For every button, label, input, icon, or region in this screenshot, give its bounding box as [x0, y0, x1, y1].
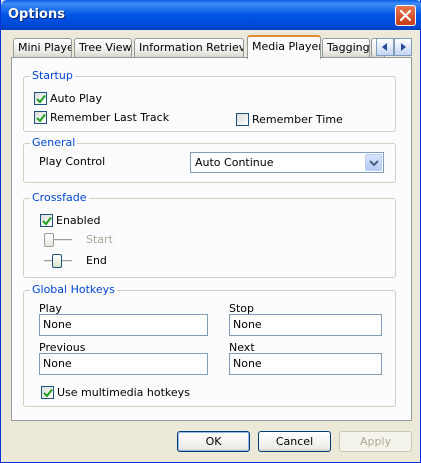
startup-group-title: Startup [30, 69, 75, 82]
global-hotkeys-group-title: Global Hotkeys [30, 283, 117, 296]
tab-label: Information Retrieval [139, 41, 244, 54]
startup-group: Startup Auto Play Remember Last Track Re… [23, 69, 396, 132]
tab-media-player[interactable]: Media Player [247, 35, 321, 59]
window-title: Options [8, 7, 65, 22]
next-hotkey-field[interactable]: None [229, 353, 382, 375]
media-player-panel: Startup Auto Play Remember Last Track Re… [11, 57, 412, 421]
general-group-title: General [30, 136, 78, 149]
tab-strip: Mini Player Tree View Information Retrie… [1, 34, 421, 59]
general-group: General Play Control Auto Continue [23, 136, 396, 183]
tab-label: Tagging [327, 41, 370, 54]
tab-information-retrieval[interactable]: Information Retrieval [134, 38, 244, 57]
tab-scroll-left-button[interactable] [376, 38, 394, 56]
tab-scroll-right-button[interactable] [394, 38, 412, 56]
tab-label: Tree View [79, 41, 132, 54]
options-dialog: Options Mini Player Tree View Informatio… [0, 0, 421, 463]
arrow-left-icon [382, 43, 387, 51]
remember-time-label: Remember Time [252, 113, 343, 126]
crossfade-group: Crossfade Enabled Start End [23, 191, 396, 278]
tab-tree-view[interactable]: Tree View [74, 38, 132, 57]
close-button[interactable] [395, 5, 416, 26]
remember-last-track-checkbox[interactable] [34, 111, 47, 124]
check-icon [43, 388, 53, 398]
remember-last-track-label: Remember Last Track [50, 111, 170, 124]
global-hotkeys-group: Global Hotkeys Play None Stop None Previ… [23, 283, 396, 407]
check-icon [42, 216, 52, 226]
arrow-right-icon [401, 43, 406, 51]
tab-mini-player[interactable]: Mini Player [13, 38, 72, 57]
chevron-down-icon [369, 160, 379, 166]
tab-tagging[interactable]: Tagging [322, 38, 370, 57]
ok-button[interactable]: OK [177, 431, 250, 452]
multimedia-hotkeys-label: Use multimedia hotkeys [57, 386, 190, 399]
crossfade-enabled-checkbox[interactable] [40, 214, 53, 227]
multimedia-hotkeys-checkbox[interactable] [41, 386, 54, 399]
previous-hotkey-field[interactable]: None [39, 353, 208, 375]
dropdown-button[interactable] [365, 154, 382, 171]
apply-button[interactable]: Apply [339, 431, 412, 452]
end-slider-thumb[interactable] [52, 254, 62, 268]
crossfade-group-title: Crossfade [30, 191, 89, 204]
check-icon [36, 94, 46, 104]
play-control-value: Auto Continue [195, 156, 274, 169]
close-icon [400, 10, 411, 21]
end-label: End [86, 254, 107, 267]
remember-time-checkbox[interactable] [236, 113, 249, 126]
auto-play-checkbox[interactable] [34, 92, 47, 105]
play-control-dropdown[interactable]: Auto Continue [190, 152, 384, 173]
title-bar: Options [1, 0, 421, 30]
play-control-label: Play Control [39, 155, 106, 168]
start-label: Start [86, 233, 113, 246]
stop-hotkey-field[interactable]: None [229, 314, 382, 336]
cancel-button[interactable]: Cancel [258, 431, 331, 452]
tab-label: Mini Player [18, 41, 71, 54]
play-hotkey-field[interactable]: None [39, 314, 208, 336]
tab-scroll-buttons [376, 38, 412, 56]
auto-play-label: Auto Play [50, 92, 102, 105]
tab-label: Media Player [252, 40, 321, 53]
start-slider-thumb[interactable] [44, 233, 54, 247]
check-icon [36, 113, 46, 123]
crossfade-enabled-label: Enabled [56, 214, 101, 227]
